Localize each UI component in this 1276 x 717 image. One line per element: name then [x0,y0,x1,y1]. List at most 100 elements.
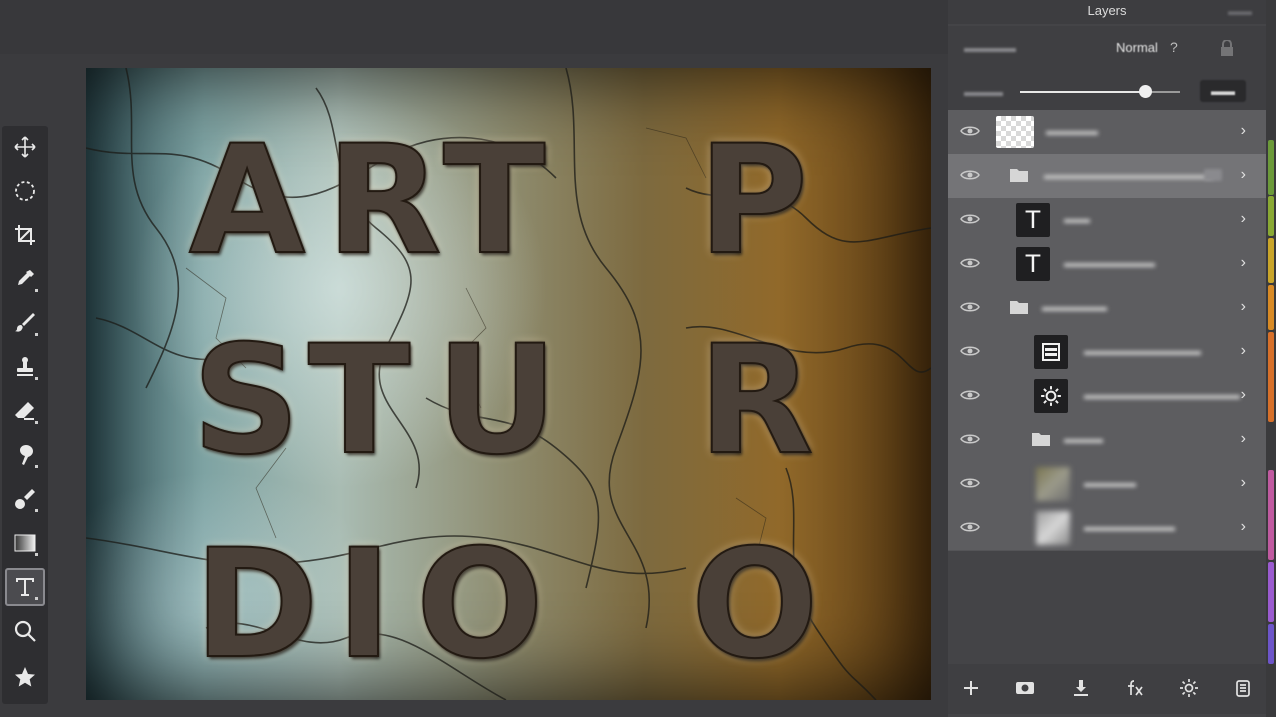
layer-name: ▬▬▬▬ [1084,475,1136,490]
delete-layer-icon[interactable] [1230,676,1256,700]
chevron-right-icon[interactable]: › [1241,474,1246,492]
opacity-slider-fill [1020,91,1145,93]
visibility-eye-icon[interactable] [960,124,980,138]
eyedropper-icon[interactable] [5,260,45,298]
visibility-eye-icon[interactable] [960,432,980,446]
layer-row[interactable]: T ▬▬▬▬▬▬▬ › [948,242,1266,287]
stamp-icon[interactable] [5,348,45,386]
fx-icon[interactable] [1122,676,1148,700]
blend-label: ▬▬▬▬ [964,40,1016,55]
color-label [1268,624,1274,664]
visibility-eye-icon[interactable] [960,212,980,226]
visibility-eye-icon[interactable] [960,300,980,314]
move-icon[interactable] [5,128,45,166]
opacity-row: ▬▬▬ ▬▬ [948,72,1266,110]
opacity-slider-knob[interactable] [1138,85,1152,98]
visibility-eye-icon[interactable] [960,344,980,358]
opacity-slider[interactable] [1020,85,1180,98]
canvas-letter: I [335,518,393,692]
blend-mode-select[interactable]: Normal [1116,40,1158,55]
canvas-letter: O [690,518,820,692]
canvas-letter: D [193,518,320,692]
text-layer-glyph: T [1025,250,1041,278]
smudge-icon[interactable] [5,436,45,474]
layer-row[interactable]: ▬▬▬▬ › [948,462,1266,507]
text-layer-icon: T [1016,203,1050,237]
chevron-right-icon[interactable]: › [1241,166,1246,184]
crop-icon[interactable] [5,216,45,254]
canvas-letter: R [325,114,443,288]
chevron-right-icon[interactable]: › [1241,386,1246,404]
canvas-letter: O [415,518,545,692]
blend-row: ▬▬▬▬ Normal ? [948,26,1266,72]
layer-name: ▬▬▬▬ [1046,123,1098,138]
visibility-eye-icon[interactable] [960,388,980,402]
layer-row[interactable]: ▬▬▬▬▬▬▬▬▬ › [948,330,1266,375]
visibility-eye-icon[interactable] [960,168,980,182]
canvas-letter: A [188,114,306,288]
canvas-letter: T [307,314,411,488]
layer-row-selected[interactable]: ▬▬▬▬▬▬▬▬▬▬▬▬▬ › [948,154,1266,199]
canvas-letter: U [435,314,559,488]
layer-name: ▬▬▬ [1064,431,1103,446]
color-label [1268,562,1274,622]
canvas-letter: T [442,114,546,288]
add-layer-icon[interactable] [958,676,984,700]
gradient-icon[interactable] [5,524,45,562]
chevron-right-icon[interactable]: › [1241,430,1246,448]
visibility-eye-icon[interactable] [960,476,980,490]
chevron-right-icon[interactable]: › [1241,342,1246,360]
chevron-right-icon[interactable]: › [1241,518,1246,536]
layer-row[interactable]: ▬▬▬▬▬▬▬ › [948,506,1266,551]
layer-row[interactable]: T ▬▬ › [948,198,1266,243]
letter-grid: A R T P S T U R D I O O [86,68,931,700]
chevron-right-icon[interactable]: › [1241,298,1246,316]
layer-name: ▬▬ [1064,211,1090,226]
color-label [1268,285,1274,330]
chevron-right-icon[interactable]: › [1241,210,1246,228]
eraser-icon[interactable] [5,392,45,430]
layer-thumbnail [1036,511,1070,545]
opacity-value-field[interactable]: ▬▬ [1200,80,1246,102]
chevron-right-icon[interactable]: › [1241,122,1246,140]
layer-thumbnail [1036,467,1070,501]
heal-icon[interactable] [5,480,45,518]
panel-menu-button[interactable]: ▬▬ [1228,0,1252,22]
color-label-strip [1266,0,1276,717]
color-label [1268,196,1274,236]
opacity-label: ▬▬▬ [964,84,1003,99]
layer-row[interactable]: ▬▬▬▬▬ › [948,286,1266,331]
chevron-right-icon[interactable]: › [1241,254,1246,272]
merge-down-icon[interactable] [1068,676,1094,700]
visibility-eye-icon[interactable] [960,520,980,534]
layer-name: ▬▬▬▬▬ [1042,299,1107,314]
lock-icon[interactable] [1220,40,1234,56]
layer-row[interactable]: ▬▬▬ › [948,418,1266,463]
adjustment-icon[interactable] [1176,676,1202,700]
tool-bar [2,126,48,704]
layer-row[interactable]: ▬▬▬▬▬▬▬▬▬▬▬▬ › [948,374,1266,419]
panel-title: Layers [948,0,1266,24]
blend-help-icon[interactable]: ? [1170,39,1178,55]
mask-icon[interactable] [1012,676,1038,700]
layer-thumbnail [996,116,1034,148]
brush-icon[interactable] [5,304,45,342]
top-bar [0,0,948,54]
color-label [1268,140,1274,195]
document-canvas[interactable]: A R T P S T U R D I O O [86,68,931,700]
layer-name: ▬▬▬▬▬▬▬ [1064,255,1155,270]
layers-panel: Layers ▬▬ ▬▬▬▬ Normal ? ▬▬▬ ▬▬ ▬▬▬▬ › ▬▬… [948,0,1266,717]
canvas-letter: R [697,314,815,488]
layer-list-empty-area [948,552,1266,664]
star-icon[interactable] [5,658,45,696]
panel-title-text: Layers [1087,3,1127,18]
visibility-eye-icon[interactable] [960,256,980,270]
layer-row[interactable]: ▬▬▬▬ › [948,110,1266,155]
folder-icon [1010,169,1028,182]
color-label [1268,238,1274,283]
text-layer-glyph: T [1025,206,1041,234]
marquee-icon[interactable] [5,172,45,210]
zoom-icon[interactable] [5,612,45,650]
canvas-letter: P [697,114,809,288]
type-icon[interactable] [5,568,45,606]
